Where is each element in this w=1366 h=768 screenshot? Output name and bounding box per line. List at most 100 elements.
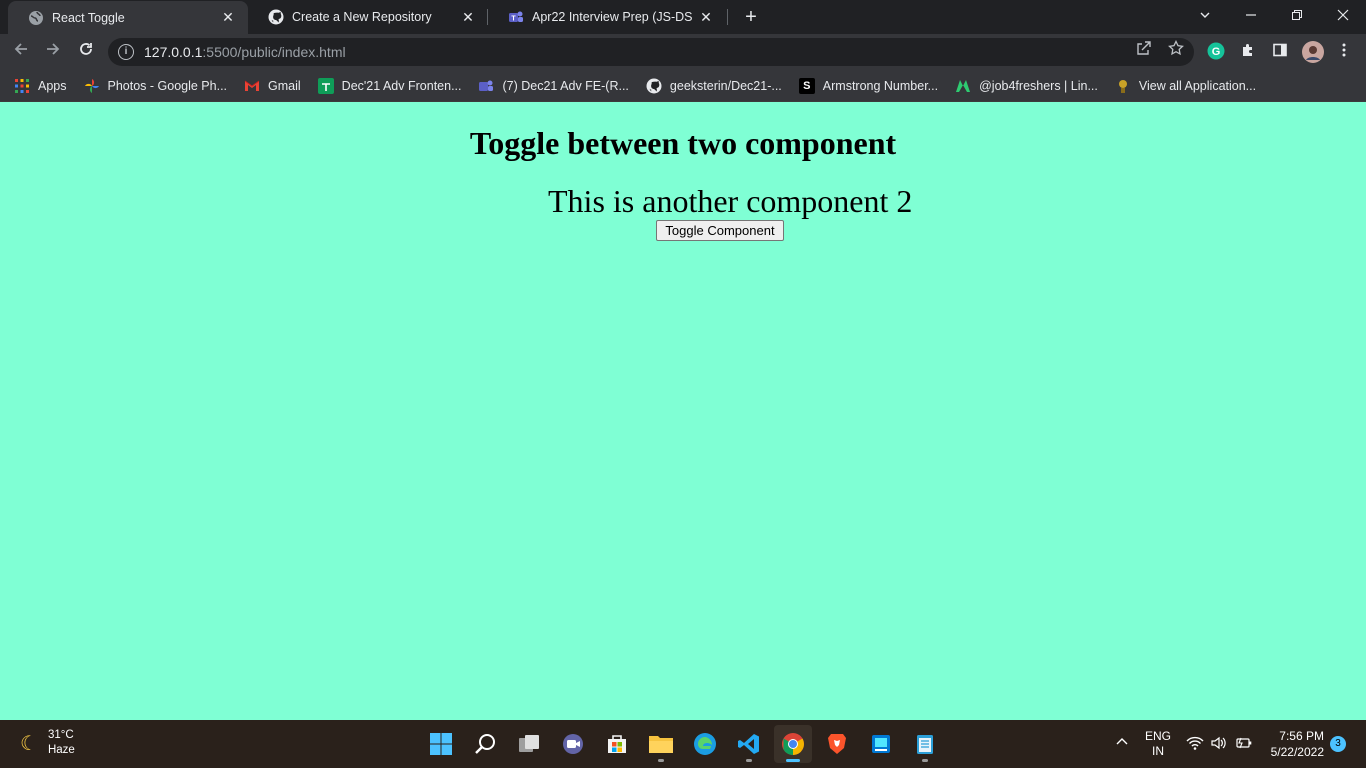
notepad-icon bbox=[917, 735, 933, 754]
github-icon bbox=[268, 9, 284, 25]
globe-icon bbox=[28, 10, 44, 26]
close-tab-icon[interactable]: ✕ bbox=[460, 9, 476, 26]
info-icon[interactable]: i bbox=[118, 44, 134, 60]
running-indicator bbox=[786, 759, 800, 762]
vscode-app[interactable] bbox=[730, 725, 768, 763]
minimize-icon bbox=[1246, 14, 1256, 16]
close-tab-icon[interactable]: ✕ bbox=[220, 9, 236, 26]
task-view-icon bbox=[519, 735, 539, 752]
tab-separator bbox=[727, 9, 728, 25]
moon-haze-icon: ☾ bbox=[20, 732, 38, 755]
bookmark-armstrong[interactable]: S Armstrong Number... bbox=[798, 77, 939, 94]
tab-title: React Toggle bbox=[52, 10, 125, 25]
sheets-icon bbox=[317, 77, 334, 94]
svg-text:T: T bbox=[511, 16, 516, 23]
bookmark-star-icon[interactable] bbox=[1166, 39, 1186, 60]
menu-kebab-icon[interactable] bbox=[1334, 42, 1354, 62]
close-tab-icon[interactable]: ✕ bbox=[698, 9, 714, 26]
forward-button[interactable] bbox=[40, 39, 66, 65]
windows-logo-icon bbox=[430, 733, 452, 755]
tab-title: Apr22 Interview Prep (JS-DSA) (G bbox=[532, 10, 692, 24]
reload-icon bbox=[80, 43, 92, 55]
weather-widget[interactable]: ☾ 31°C Haze bbox=[20, 728, 75, 758]
brave-icon bbox=[828, 734, 846, 754]
bookmark-apps[interactable]: Apps bbox=[14, 78, 67, 94]
search-button[interactable] bbox=[466, 725, 504, 763]
bookmark-gmail[interactable]: Gmail bbox=[244, 78, 301, 94]
language-line2: IN bbox=[1152, 744, 1164, 758]
bookmark-geeksterin[interactable]: geeksterin/Dec21-... bbox=[646, 78, 782, 94]
chevron-down-icon bbox=[1200, 12, 1210, 18]
chrome-app[interactable] bbox=[774, 725, 812, 763]
vscode-icon bbox=[738, 734, 759, 754]
bookmark-view-applications[interactable]: View all Application... bbox=[1115, 78, 1256, 94]
file-explorer-app[interactable] bbox=[642, 725, 680, 763]
grammarly-icon[interactable]: G bbox=[1206, 42, 1226, 62]
bookmark-label: (7) Dec21 Adv FE-(R... bbox=[502, 78, 629, 93]
bookmark-label: Armstrong Number... bbox=[822, 78, 939, 93]
teams-icon bbox=[478, 78, 494, 94]
app-window-icon bbox=[872, 735, 890, 753]
toggle-component-button[interactable]: Toggle Component bbox=[656, 220, 784, 241]
show-hidden-icons-button[interactable] bbox=[1114, 734, 1130, 753]
restore-button[interactable] bbox=[1274, 0, 1320, 34]
page-heading: Toggle between two component bbox=[469, 125, 897, 161]
battery-icon[interactable] bbox=[1235, 735, 1253, 754]
tab-title: Create a New Repository bbox=[292, 10, 432, 24]
new-tab-button[interactable]: + bbox=[738, 4, 764, 30]
svg-text:G: G bbox=[1212, 46, 1221, 58]
start-button[interactable] bbox=[422, 725, 460, 763]
running-indicator bbox=[746, 759, 752, 762]
clock[interactable]: 7:56 PM 5/22/2022 bbox=[1262, 728, 1324, 760]
bookmark-google-photos[interactable]: Photos - Google Ph... bbox=[84, 78, 227, 94]
chat-button[interactable] bbox=[554, 725, 592, 763]
brave-app[interactable] bbox=[818, 725, 856, 763]
bookmark-label: geeksterin/Dec21-... bbox=[669, 78, 782, 93]
github-icon bbox=[646, 78, 662, 94]
share-icon[interactable] bbox=[1134, 40, 1154, 60]
running-indicator bbox=[658, 759, 664, 762]
azure-data-studio-app[interactable] bbox=[862, 725, 900, 763]
tab-react-toggle[interactable]: React Toggle ✕ bbox=[8, 1, 248, 34]
windows-taskbar: ☾ 31°C Haze ENG IN 7:56 PM 5/22/2022 3 bbox=[0, 720, 1366, 768]
gmail-icon bbox=[244, 78, 260, 94]
search-icon bbox=[475, 734, 495, 754]
side-panel-icon[interactable] bbox=[1270, 42, 1290, 62]
store-app[interactable] bbox=[598, 725, 636, 763]
weather-desc: Haze bbox=[47, 744, 75, 756]
component-text: This is another component 2 bbox=[548, 183, 913, 219]
close-icon bbox=[1337, 9, 1349, 21]
page-content: Toggle between two component This is ano… bbox=[0, 103, 1366, 720]
tab-interview-prep[interactable]: T Apr22 Interview Prep (JS-DSA) (G ✕ bbox=[488, 0, 726, 34]
bookmarks-bar: Apps Photos - Google Ph... Gmail Dec'21 … bbox=[0, 70, 1366, 102]
tab-strip: React Toggle ✕ Create a New Repository ✕… bbox=[0, 0, 1366, 34]
notepad-app[interactable] bbox=[906, 725, 944, 763]
s-icon: S bbox=[798, 77, 815, 94]
extensions-puzzle-icon[interactable] bbox=[1238, 42, 1258, 62]
bookmark-dec21-frontend[interactable]: Dec'21 Adv Fronten... bbox=[317, 77, 461, 94]
bookmark-dec21-adv-fe[interactable]: (7) Dec21 Adv FE-(R... bbox=[478, 78, 629, 94]
profile-avatar[interactable] bbox=[1302, 41, 1324, 63]
back-button[interactable] bbox=[8, 39, 34, 65]
language-indicator[interactable]: ENG IN bbox=[1144, 729, 1172, 759]
browser-toolbar: i 127.0.0.1:5500/public/index.html G bbox=[0, 34, 1366, 70]
wifi-icon[interactable] bbox=[1186, 735, 1204, 754]
clock-time: 7:56 PM bbox=[1279, 729, 1324, 743]
minimize-button[interactable] bbox=[1228, 0, 1274, 34]
notification-badge[interactable]: 3 bbox=[1330, 736, 1346, 752]
task-view-button[interactable] bbox=[510, 725, 548, 763]
reload-button[interactable] bbox=[73, 39, 99, 65]
teams-icon: T bbox=[508, 9, 524, 25]
language-line1: ENG bbox=[1144, 729, 1171, 743]
tab-create-repository[interactable]: Create a New Repository ✕ bbox=[248, 0, 488, 34]
job4freshers-icon bbox=[955, 78, 971, 94]
bookmark-job4freshers[interactable]: @job4freshers | Lin... bbox=[955, 78, 1098, 94]
address-bar[interactable]: i 127.0.0.1:5500/public/index.html bbox=[108, 38, 1194, 66]
volume-icon[interactable] bbox=[1210, 735, 1228, 754]
close-window-button[interactable] bbox=[1320, 0, 1366, 34]
bookmark-label: Gmail bbox=[268, 78, 301, 93]
bookmark-label: View all Application... bbox=[1138, 78, 1257, 93]
edge-app[interactable] bbox=[686, 725, 724, 763]
tab-search-button[interactable] bbox=[1182, 0, 1228, 34]
apps-grid-icon bbox=[14, 78, 30, 94]
